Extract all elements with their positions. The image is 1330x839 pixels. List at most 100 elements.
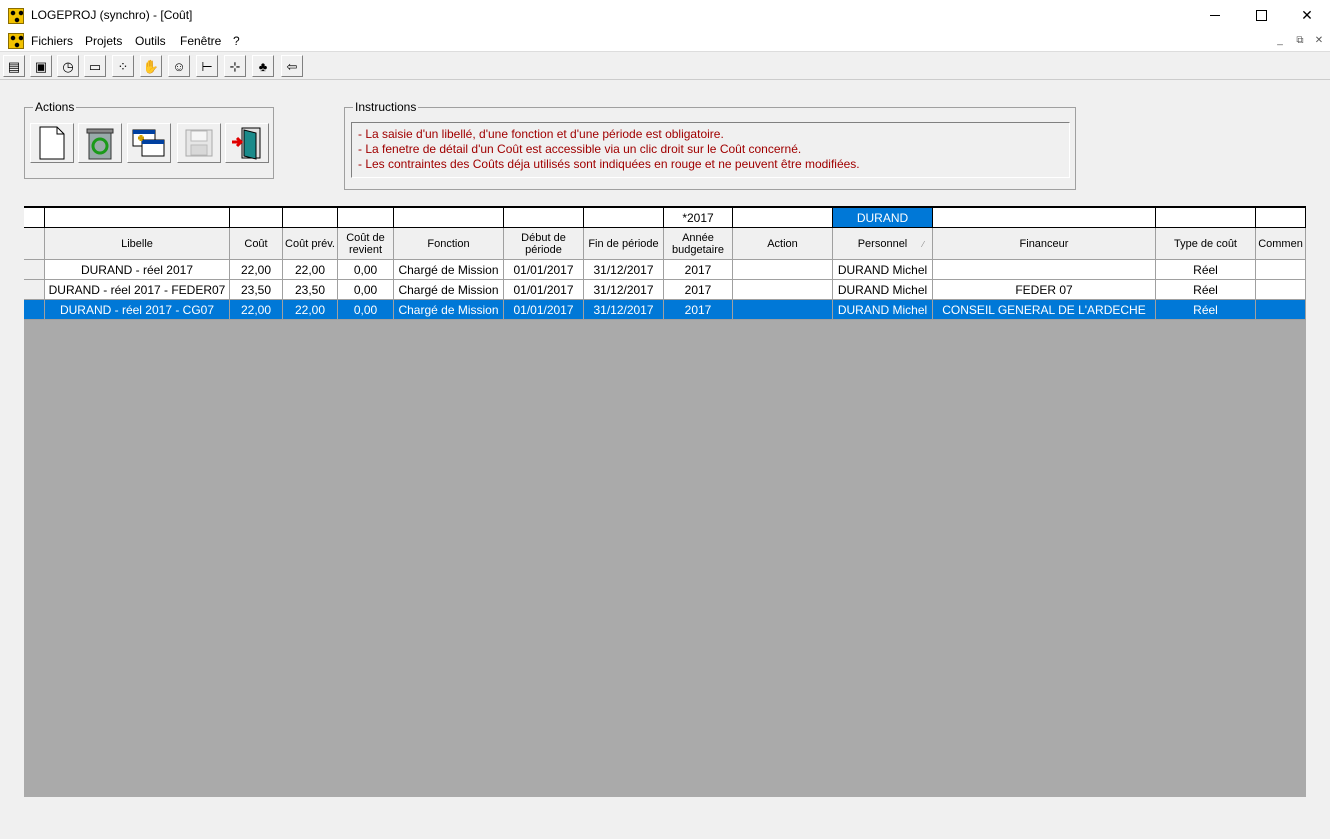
new-document-button[interactable]: [30, 123, 74, 163]
filter-cell[interactable]: [733, 208, 833, 227]
table-cell[interactable]: 22,00: [283, 260, 338, 280]
cost-grid[interactable]: *2017 DURAND Libelle Coût Coût prév. Coût de …: [24, 206, 1306, 797]
filter-cell[interactable]: [394, 208, 504, 227]
delete-button[interactable]: [78, 123, 122, 163]
table-cell[interactable]: Réel: [1156, 300, 1256, 320]
filter-cell[interactable]: *2017: [664, 208, 733, 227]
table-cell[interactable]: DURAND Michel: [833, 280, 933, 300]
table-cell[interactable]: 0,00: [338, 260, 394, 280]
table-row[interactable]: DURAND - réel 2017 22,00 22,00 0,00 Chargé d…: [24, 260, 1306, 280]
table-cell[interactable]: Chargé de Mission: [394, 280, 504, 300]
table-cell[interactable]: 23,50: [283, 280, 338, 300]
menu-outils[interactable]: Outils: [135, 34, 166, 48]
exit-door-tool-button[interactable]: ⇦: [281, 55, 303, 77]
document-icon: ▭: [88, 58, 102, 74]
table-row[interactable]: DURAND - réel 2017 - CG07 22,00 22,00 0,00 C…: [24, 300, 1306, 320]
filter-cell[interactable]: [933, 208, 1156, 227]
filter-cell[interactable]: [283, 208, 338, 227]
table-cell[interactable]: [733, 300, 833, 320]
image-tool-button[interactable]: ▣: [30, 55, 52, 77]
menu-help[interactable]: ?: [233, 34, 240, 48]
table-cell[interactable]: [1256, 260, 1306, 280]
grid-list-tool-button[interactable]: ▤: [3, 55, 25, 77]
maximize-button[interactable]: [1238, 0, 1284, 30]
column-header[interactable]: Coût prév.: [283, 228, 338, 260]
table-cell[interactable]: 01/01/2017: [504, 280, 584, 300]
mdi-minimize-button[interactable]: _: [1273, 34, 1287, 47]
table-cell[interactable]: 0,00: [338, 300, 394, 320]
menu-projets[interactable]: Projets: [85, 34, 122, 48]
table-cell[interactable]: 31/12/2017: [584, 300, 664, 320]
column-header[interactable]: Coût: [230, 228, 283, 260]
table-cell[interactable]: FEDER 07: [933, 280, 1156, 300]
menu-fichiers[interactable]: Fichiers: [31, 34, 73, 48]
handshake-tool-button[interactable]: ✋: [140, 55, 162, 77]
table-row[interactable]: DURAND - réel 2017 - FEDER07 23,50 23,50 0,…: [24, 280, 1306, 300]
hierarchy-tool-button[interactable]: ⊹: [224, 55, 246, 77]
document-tool-button[interactable]: ▭: [84, 55, 106, 77]
table-cell[interactable]: 23,50: [230, 280, 283, 300]
filter-cell[interactable]: [584, 208, 664, 227]
column-header[interactable]: Début de période: [504, 228, 584, 260]
table-cell[interactable]: 22,00: [230, 260, 283, 280]
table-cell[interactable]: 2017: [664, 260, 733, 280]
row-selector[interactable]: [24, 300, 45, 320]
table-cell[interactable]: [733, 280, 833, 300]
table-cell[interactable]: Réel: [1156, 260, 1256, 280]
table-cell[interactable]: 2017: [664, 280, 733, 300]
column-header[interactable]: Libelle: [45, 228, 230, 260]
duplicate-button[interactable]: [127, 123, 171, 163]
table-cell[interactable]: DURAND - réel 2017 - CG07: [45, 300, 230, 320]
table-cell[interactable]: 31/12/2017: [584, 260, 664, 280]
row-selector[interactable]: [24, 280, 45, 300]
filter-cell[interactable]: [45, 208, 230, 227]
table-cell[interactable]: DURAND - réel 2017 - FEDER07: [45, 280, 230, 300]
table-cell[interactable]: DURAND Michel: [833, 260, 933, 280]
person-tool-button[interactable]: ☺: [168, 55, 190, 77]
column-header[interactable]: Fin de période: [584, 228, 664, 260]
tree-tool-button[interactable]: ⊢: [196, 55, 218, 77]
mdi-doc-icon[interactable]: [8, 33, 24, 49]
column-header[interactable]: Financeur: [933, 228, 1156, 260]
filter-cell[interactable]: [1256, 208, 1306, 227]
table-cell[interactable]: Réel: [1156, 280, 1256, 300]
filter-cell[interactable]: DURAND: [833, 208, 933, 227]
filter-cell[interactable]: [338, 208, 394, 227]
table-cell[interactable]: 31/12/2017: [584, 280, 664, 300]
close-button[interactable]: ✕: [1284, 0, 1330, 30]
column-header[interactable]: Année budgetaire: [664, 228, 733, 260]
table-cell[interactable]: DURAND - réel 2017: [45, 260, 230, 280]
column-header[interactable]: Personnel ⁄: [833, 228, 933, 260]
column-header[interactable]: Fonction: [394, 228, 504, 260]
network-tool-button[interactable]: ⁘: [112, 55, 134, 77]
filter-cell[interactable]: [1156, 208, 1256, 227]
table-cell[interactable]: [1256, 280, 1306, 300]
table-cell[interactable]: 2017: [664, 300, 733, 320]
table-cell[interactable]: Chargé de Mission: [394, 260, 504, 280]
table-cell[interactable]: DURAND Michel: [833, 300, 933, 320]
column-header[interactable]: Type de coût: [1156, 228, 1256, 260]
table-cell[interactable]: 01/01/2017: [504, 260, 584, 280]
minimize-button[interactable]: [1192, 0, 1238, 30]
mdi-restore-button[interactable]: ⧉: [1293, 34, 1307, 47]
column-header[interactable]: Action: [733, 228, 833, 260]
column-header[interactable]: Commen: [1256, 228, 1306, 260]
filter-cell[interactable]: [230, 208, 283, 227]
table-cell[interactable]: [933, 260, 1156, 280]
table-cell[interactable]: 22,00: [230, 300, 283, 320]
menu-fenetre[interactable]: Fenêtre: [180, 34, 221, 48]
table-cell[interactable]: CONSEIL GENERAL DE L'ARDECHE: [933, 300, 1156, 320]
filter-cell[interactable]: [504, 208, 584, 227]
table-cell[interactable]: 01/01/2017: [504, 300, 584, 320]
mdi-close-button[interactable]: ✕: [1312, 34, 1326, 47]
table-cell[interactable]: Chargé de Mission: [394, 300, 504, 320]
column-header[interactable]: Coût de revient: [338, 228, 394, 260]
exit-button[interactable]: [225, 123, 269, 163]
stopwatch-tool-button[interactable]: ◷: [57, 55, 79, 77]
table-cell[interactable]: [1256, 300, 1306, 320]
table-cell[interactable]: 22,00: [283, 300, 338, 320]
money-bag-tool-button[interactable]: ♣: [252, 55, 274, 77]
table-cell[interactable]: 0,00: [338, 280, 394, 300]
row-selector[interactable]: [24, 260, 45, 280]
table-cell[interactable]: [733, 260, 833, 280]
